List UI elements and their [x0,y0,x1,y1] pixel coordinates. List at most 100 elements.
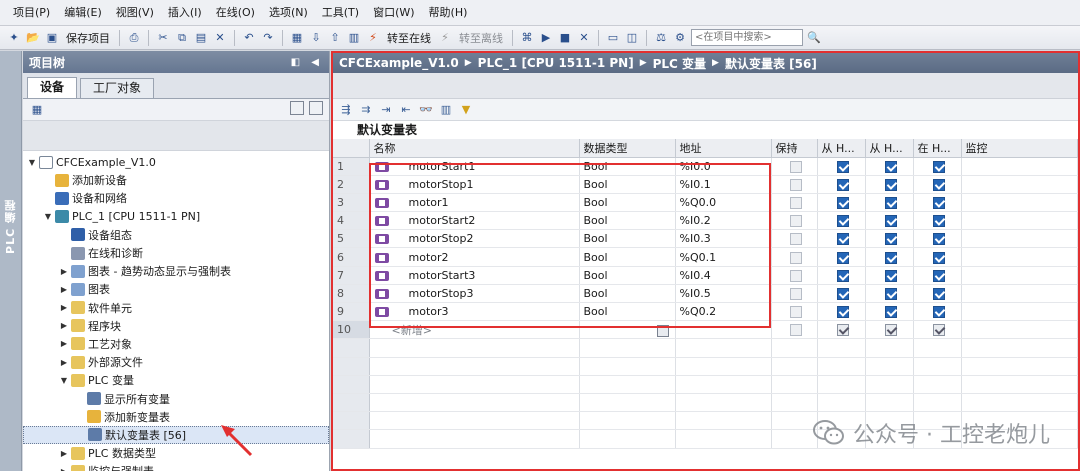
column-header[interactable] [333,139,370,158]
accessible-from-hmi-checkbox[interactable] [837,233,849,246]
tag-name-cell[interactable]: motorStop3 [369,284,580,304]
collapsed-arrow-icon[interactable]: ▶ [59,358,69,367]
address-cell[interactable]: %Q0.0 [675,193,772,213]
row-number[interactable]: 2 [333,175,370,194]
cut-icon[interactable]: ✂ [155,30,171,46]
visible-in-hmi-checkbox[interactable] [933,196,945,209]
visible-in-hmi-checkbox[interactable] [933,178,945,191]
tree-node[interactable]: ▶ 图表 - 趋势动态显示与强制表 [23,262,329,280]
address-cell[interactable]: %I0.2 [675,211,772,231]
tag-name-cell[interactable]: motor3 [369,302,580,322]
row-number[interactable]: 9 [333,302,370,322]
plc-programming-strip[interactable]: PLC 编程 [0,51,22,471]
collapsed-arrow-icon[interactable]: ▶ [59,467,69,471]
writable-from-hmi-checkbox[interactable] [885,251,897,264]
table-row[interactable]: 4 motorStart2 Bool %I0.2 [333,211,1078,231]
collapse-panel-icon[interactable]: ◧ ◀ [291,57,323,68]
visible-in-hmi-checkbox[interactable] [933,287,945,300]
column-header[interactable]: 从 H... [865,139,914,158]
collapsed-arrow-icon[interactable]: ▶ [59,303,69,312]
visible-in-hmi-checkbox[interactable] [933,306,945,319]
new-project-icon[interactable]: ✦ [6,30,22,46]
retain-checkbox[interactable] [790,306,802,319]
data-type-cell[interactable]: Bool [579,193,676,213]
tree-node[interactable]: ▶ 程序块 [23,317,329,335]
insert-row-icon[interactable]: ⇉ [359,103,373,117]
column-header[interactable]: 从 H... [817,139,866,158]
menu-item[interactable]: 选项(N) [262,0,315,26]
table-row[interactable]: 1 motorStart1 Bool %I0.0 [333,157,1078,176]
accessible-from-hmi-checkbox[interactable] [837,324,849,337]
tree-node[interactable]: 设备组态 [23,226,329,244]
data-type-cell[interactable]: Bool [579,157,676,176]
retain-checkbox[interactable] [790,178,802,191]
data-type-cell[interactable]: Bool [579,247,676,267]
tab-plant-objects[interactable]: 工厂对象 [80,78,155,98]
retain-checkbox[interactable] [790,233,802,246]
tree-node[interactable]: ▶ PLC 数据类型 [23,444,329,462]
tree-node[interactable]: ▶ 软件单元 [23,299,329,317]
table-row[interactable]: 6 motor2 Bool %Q0.1 [333,247,1078,267]
simulation-icon[interactable]: ▥ [346,30,362,46]
tree-node[interactable]: ▶ 图表 [23,280,329,298]
tag-name-cell[interactable]: motorStop1 [369,175,580,194]
breadcrumb-item[interactable]: CFCExample_V1.0 [339,56,459,70]
upload-icon[interactable]: ⇧ [327,30,343,46]
row-number[interactable]: 5 [333,229,370,249]
table-row[interactable]: 3 motor1 Bool %Q0.0 [333,193,1078,213]
writable-from-hmi-checkbox[interactable] [885,287,897,300]
redo-icon[interactable]: ↷ [260,30,276,46]
breadcrumb-item[interactable]: 默认变量表 [56] [725,55,817,72]
accessible-from-hmi-checkbox[interactable] [837,251,849,264]
column-header[interactable]: 数据类型 [579,139,676,158]
visible-in-hmi-checkbox[interactable] [933,160,945,173]
row-number[interactable]: 8 [333,284,370,304]
row-number[interactable]: 6 [333,247,370,267]
address-cell[interactable]: %Q0.1 [675,247,772,267]
retain-checkbox[interactable] [790,324,802,337]
menu-item[interactable]: 视图(V) [109,0,161,26]
collapsed-arrow-icon[interactable]: ▶ [59,321,69,330]
menu-item[interactable]: 插入(I) [161,0,209,26]
table-row[interactable]: 5 motorStop2 Bool %I0.3 [333,229,1078,249]
row-number[interactable]: 10 [333,320,370,340]
data-type-cell[interactable]: Bool [579,302,676,322]
tree-node[interactable]: ▶ 监控与强制表 [23,462,329,471]
accessible-from-hmi-checkbox[interactable] [837,196,849,209]
detail-view-icon[interactable] [309,101,323,115]
tree-node[interactable]: 添加新变量表 [23,408,329,426]
overview-view-icon[interactable] [289,101,304,115]
new-data-type-cell[interactable] [579,320,676,340]
import-icon[interactable]: ⇤ [399,103,413,117]
menu-item[interactable]: 窗口(W) [366,0,421,26]
writable-from-hmi-checkbox[interactable] [885,306,897,319]
visible-in-hmi-checkbox[interactable] [933,233,945,246]
tree-node[interactable]: 添加新设备 [23,171,329,189]
breadcrumb-item[interactable]: PLC 变量 [653,55,706,72]
tree-node[interactable]: 在线和诊断 [23,244,329,262]
start-cpu-icon[interactable]: ▶ [538,30,554,46]
column-header[interactable]: 监控 [961,139,1078,158]
collapsed-arrow-icon[interactable]: ▶ [59,449,69,458]
data-type-cell[interactable]: Bool [579,229,676,249]
writable-from-hmi-checkbox[interactable] [885,196,897,209]
go-offline-icon[interactable]: ⚡ [437,30,453,46]
new-table-row[interactable]: 10 <新增> [333,320,1078,340]
collapsed-arrow-icon[interactable]: ▶ [59,285,69,294]
tree-node[interactable]: 设备和网络 [23,189,329,207]
row-number[interactable]: 3 [333,193,370,213]
row-number[interactable]: 7 [333,266,370,285]
add-row-icon[interactable]: ⇶ [339,103,353,117]
address-cell[interactable]: %I0.4 [675,266,772,285]
go-offline-button[interactable]: 转至离线 [456,30,506,46]
accessible-from-hmi-checkbox[interactable] [837,306,849,319]
go-online-icon[interactable]: ⚡ [365,30,381,46]
table-row[interactable]: 9 motor3 Bool %Q0.2 [333,302,1078,322]
paste-icon[interactable]: ▤ [193,30,209,46]
writable-from-hmi-checkbox[interactable] [885,160,897,173]
data-type-cell[interactable]: Bool [579,175,676,194]
accessible-from-hmi-checkbox[interactable] [837,178,849,191]
save-icon[interactable]: ▣ [44,30,60,46]
breadcrumb-item[interactable]: PLC_1 [CPU 1511-1 PN] [478,56,634,70]
writable-from-hmi-checkbox[interactable] [885,269,897,282]
